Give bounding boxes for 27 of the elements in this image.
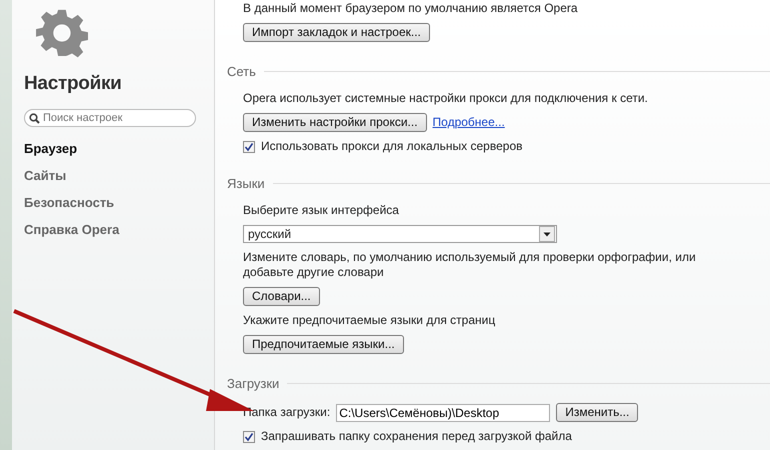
button[interactable]: Изменить... xyxy=(556,403,638,422)
description-text: Укажите предпочитаемые языки для страниц xyxy=(243,313,496,328)
button[interactable]: Импорт закладок и настроек... xyxy=(243,23,430,42)
button[interactable]: Предпочитаемые языки... xyxy=(243,335,404,354)
search-field[interactable]: Поиск настроек xyxy=(24,109,196,127)
description-text: Выберите язык интерфейса xyxy=(243,203,399,218)
more-link[interactable]: Подробнее... xyxy=(432,115,505,130)
sidebar-item[interactable]: Браузер xyxy=(24,141,214,156)
section-heading: Сеть xyxy=(227,64,256,79)
settings-title: Настройки xyxy=(24,73,123,95)
checkbox[interactable] xyxy=(243,140,255,152)
checkbox-label: Использовать прокси для локальных серверов xyxy=(261,139,522,154)
sidebar-item[interactable]: Безопасность xyxy=(24,195,214,210)
section-heading: Языки xyxy=(227,176,265,191)
description-text: Измените словарь, по умолчанию используемый для проверки орфографии, или добавьте другие словари xyxy=(243,250,697,280)
language-dropdown[interactable]: русский xyxy=(243,225,557,243)
gear-icon xyxy=(36,8,88,60)
button[interactable]: Изменить настройки прокси... xyxy=(243,113,427,132)
sidebar-item[interactable]: Сайты xyxy=(24,168,214,183)
sidebar-item[interactable]: Справка Opera xyxy=(24,222,214,237)
checkbox-label: Запрашивать папку сохранения перед загрузкой файла xyxy=(261,429,572,444)
button[interactable]: Словари... xyxy=(243,287,320,306)
description-text: В данный момент браузером по умолчанию является Opera xyxy=(243,1,578,16)
description-text: Opera использует системные настройки прокси для подключения к сети. xyxy=(243,91,648,106)
checkbox[interactable] xyxy=(243,430,255,442)
section-heading: Загрузки xyxy=(227,376,280,391)
download-folder-field[interactable]: C:\Users\Семёновы)\Desktop xyxy=(336,404,550,422)
